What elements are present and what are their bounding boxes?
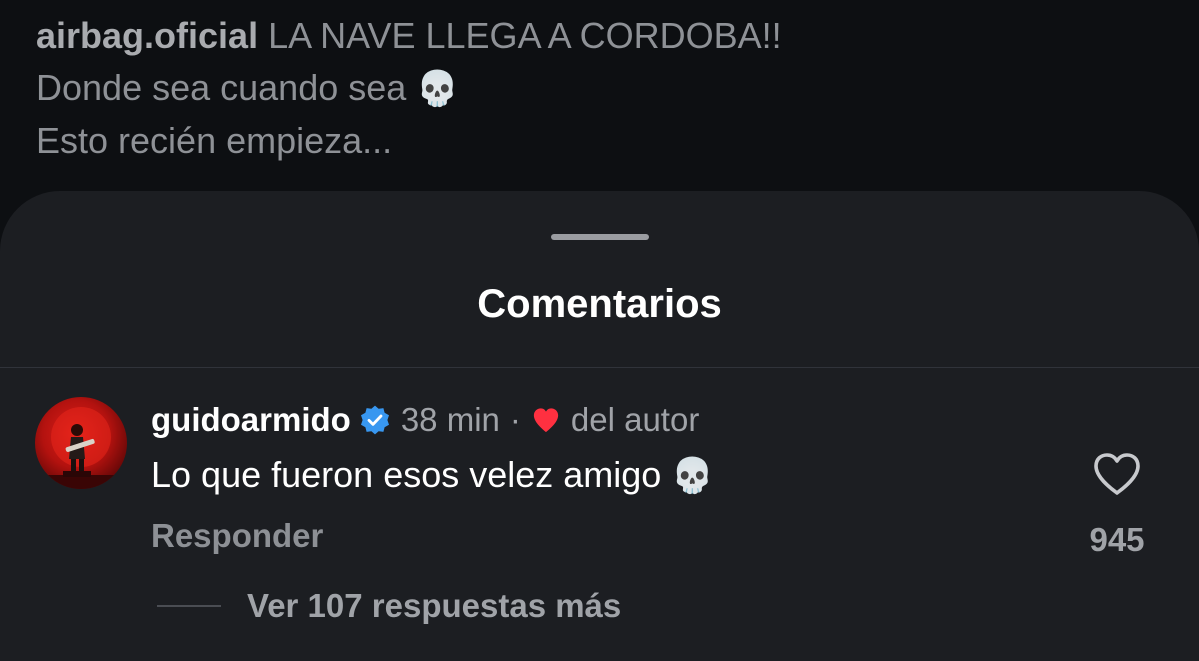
- comments-sheet: Comentarios guidoarmido 38 min · del aut…: [0, 191, 1199, 661]
- skull-emoji: 💀: [416, 69, 459, 109]
- sheet-drag-handle[interactable]: [551, 234, 649, 240]
- replies-divider-line: [157, 605, 221, 607]
- liked-heart-icon: [533, 408, 559, 433]
- caption-line-1: airbag.oficial LA NAVE LLEGA A CORDOBA!!: [36, 10, 1156, 62]
- avatar-performer-image: [35, 407, 127, 489]
- meta-separator: ·: [509, 401, 521, 438]
- skull-emoji: 💀: [671, 456, 714, 496]
- post-caption: airbag.oficial LA NAVE LLEGA A CORDOBA!!…: [36, 10, 1156, 206]
- caption-text-2: Donde sea cuando sea: [36, 67, 407, 108]
- comment-text: Lo que fueron esos velez amigo 💀: [151, 449, 714, 502]
- comment-meta: guidoarmido 38 min · del autor: [151, 398, 699, 442]
- view-replies-button[interactable]: Ver 107 respuestas más: [247, 584, 621, 628]
- avatar[interactable]: [35, 397, 127, 489]
- comment-body: Lo que fueron esos velez amigo: [151, 454, 662, 495]
- liked-by-author-label: del autor: [570, 401, 700, 438]
- like-heart-icon[interactable]: [1092, 451, 1142, 497]
- divider: [0, 367, 1199, 368]
- comment-author[interactable]: guidoarmido: [151, 401, 351, 439]
- comment-time: 38 min: [400, 401, 500, 438]
- reply-button[interactable]: Responder: [151, 514, 323, 558]
- post-username[interactable]: airbag.oficial: [36, 15, 258, 56]
- sheet-title: Comentarios: [477, 282, 722, 326]
- like-count: 945: [1089, 521, 1145, 558]
- verified-badge-icon: [360, 405, 389, 435]
- caption-line-2: Donde sea cuando sea 💀: [36, 62, 1156, 115]
- caption-text-1: LA NAVE LLEGA A CORDOBA!!: [268, 15, 782, 56]
- caption-text-3: Esto recién empieza...: [36, 120, 393, 161]
